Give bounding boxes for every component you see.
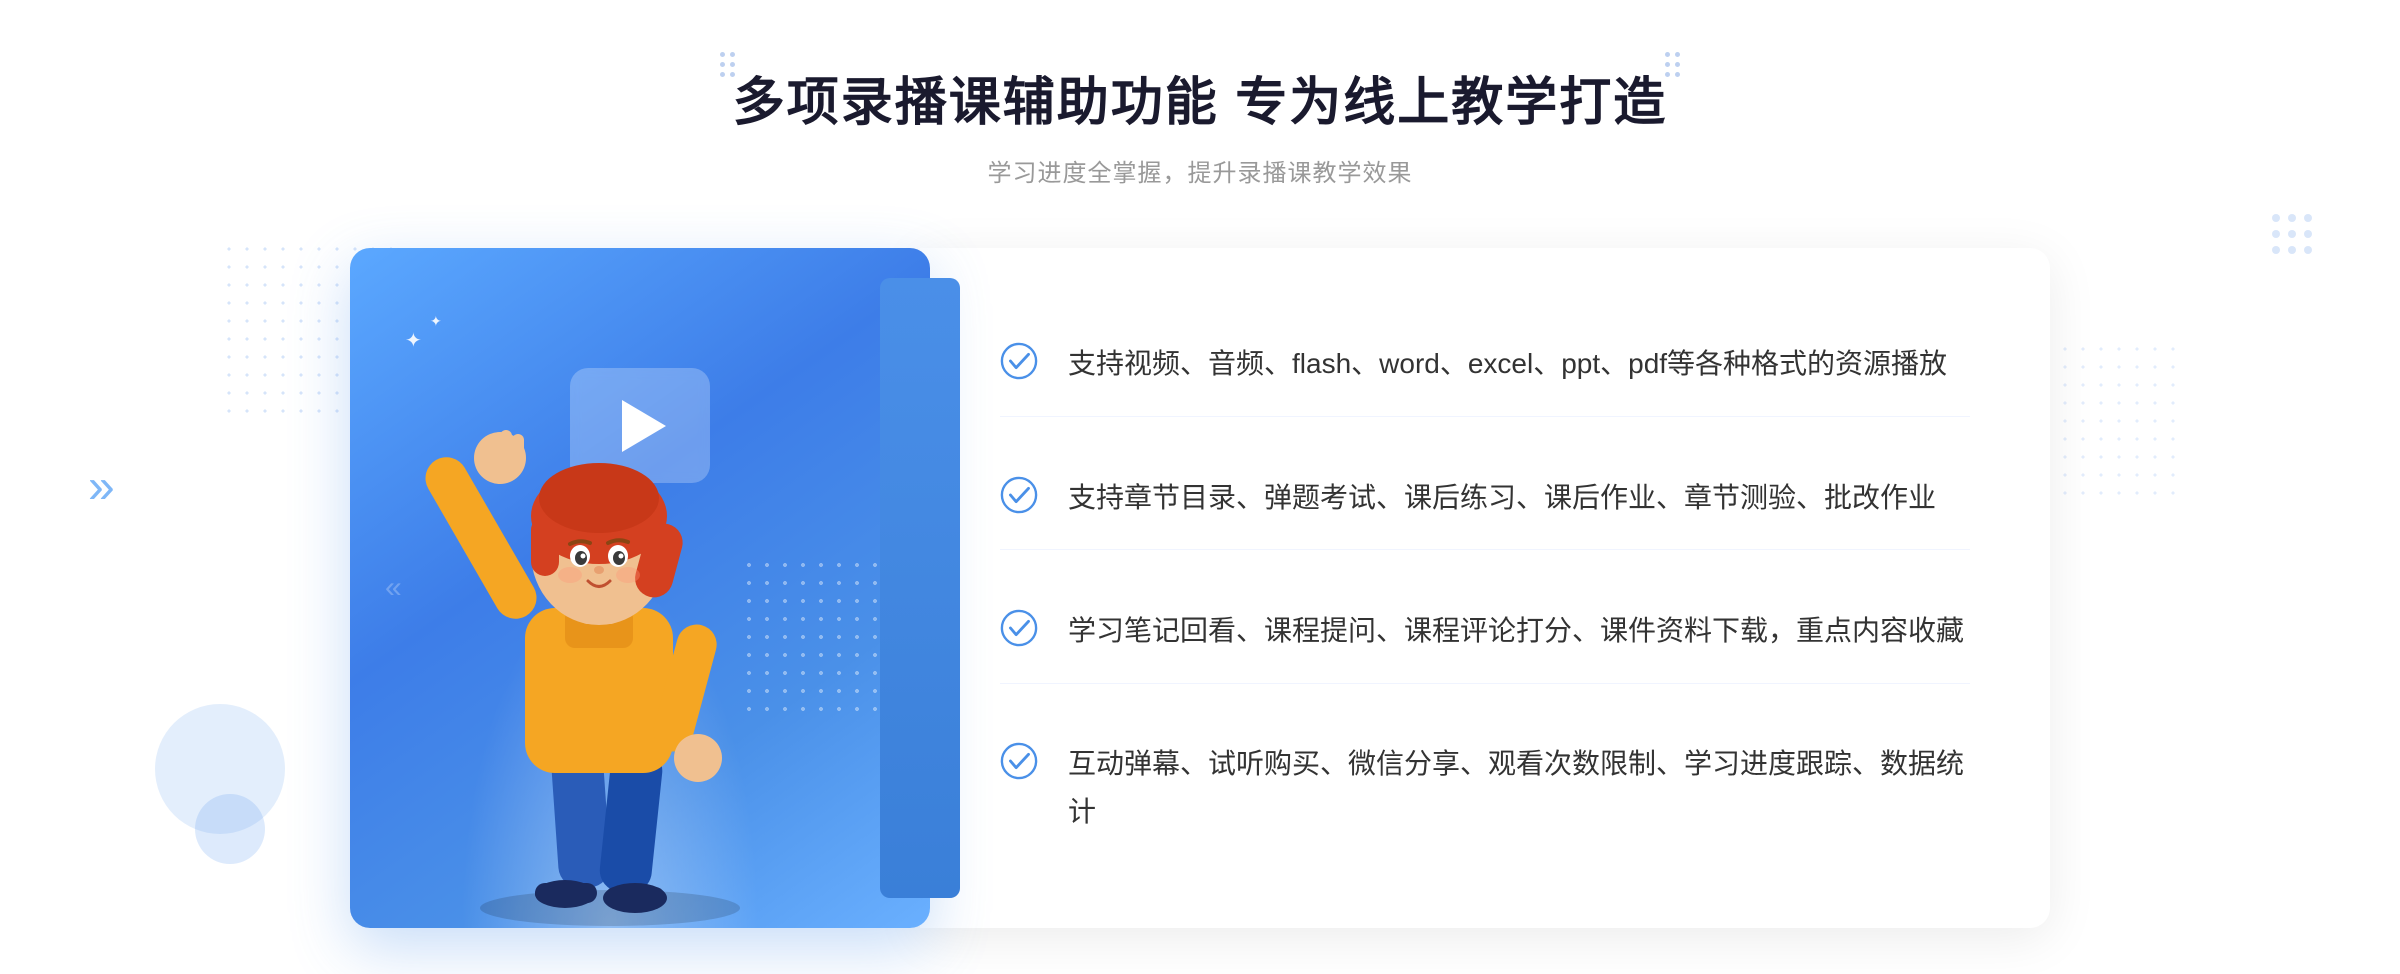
header-section: 多项录播课辅助功能 专为线上教学打造 学习进度全掌握，提升录播课教学效果: [733, 60, 1667, 188]
character-illustration: [370, 368, 870, 928]
check-icon-3: [1000, 609, 1038, 647]
feature-text-2: 支持章节目录、弹题考试、课后练习、课后作业、章节测验、批改作业: [1068, 474, 1936, 522]
illustration-card: ✦ ✦ «: [350, 248, 930, 928]
check-icon-4: [1000, 742, 1038, 780]
chevron-left-icon: »: [88, 460, 103, 515]
sparkle-icon-1: ✦: [405, 328, 422, 353]
features-panel: 支持视频、音频、flash、word、excel、ppt、pdf等各种格式的资源…: [920, 248, 2050, 928]
page-title: 多项录播课辅助功能 专为线上教学打造: [733, 60, 1667, 135]
feature-item-2: 支持章节目录、弹题考试、课后练习、课后作业、章节测验、批改作业: [1000, 446, 1970, 551]
page-container: » 多项录播课辅助功能 专为线上教学打造 学习进度全掌握，提升录播课教学效果: [0, 0, 2400, 974]
check-icon-1: [1000, 342, 1038, 380]
feature-item-3: 学习笔记回看、课程提问、课程评论打分、课件资料下载，重点内容收藏: [1000, 579, 1970, 684]
check-icon-2: [1000, 476, 1038, 514]
sparkle-icon-2: ✦: [430, 313, 442, 330]
feature-item-4: 互动弹幕、试听购买、微信分享、观看次数限制、学习进度跟踪、数据统计: [1000, 712, 1970, 863]
feature-text-3: 学习笔记回看、课程提问、课程评论打分、课件资料下载，重点内容收藏: [1068, 607, 1964, 655]
feature-item-1: 支持视频、音频、flash、word、excel、ppt、pdf等各种格式的资源…: [1000, 312, 1970, 417]
deco-circle-small: [195, 794, 265, 864]
chevron-right-icon: [2272, 214, 2312, 254]
deco-dots-right: [1665, 52, 1680, 77]
content-area: ✦ ✦ «: [350, 248, 2050, 928]
illustration-side-panel: [880, 278, 960, 898]
feature-text-1: 支持视频、音频、flash、word、excel、ppt、pdf等各种格式的资源…: [1068, 340, 1947, 388]
feature-text-4: 互动弹幕、试听购买、微信分享、观看次数限制、学习进度跟踪、数据统计: [1068, 740, 1970, 835]
page-subtitle: 学习进度全掌握，提升录播课教学效果: [733, 153, 1667, 188]
